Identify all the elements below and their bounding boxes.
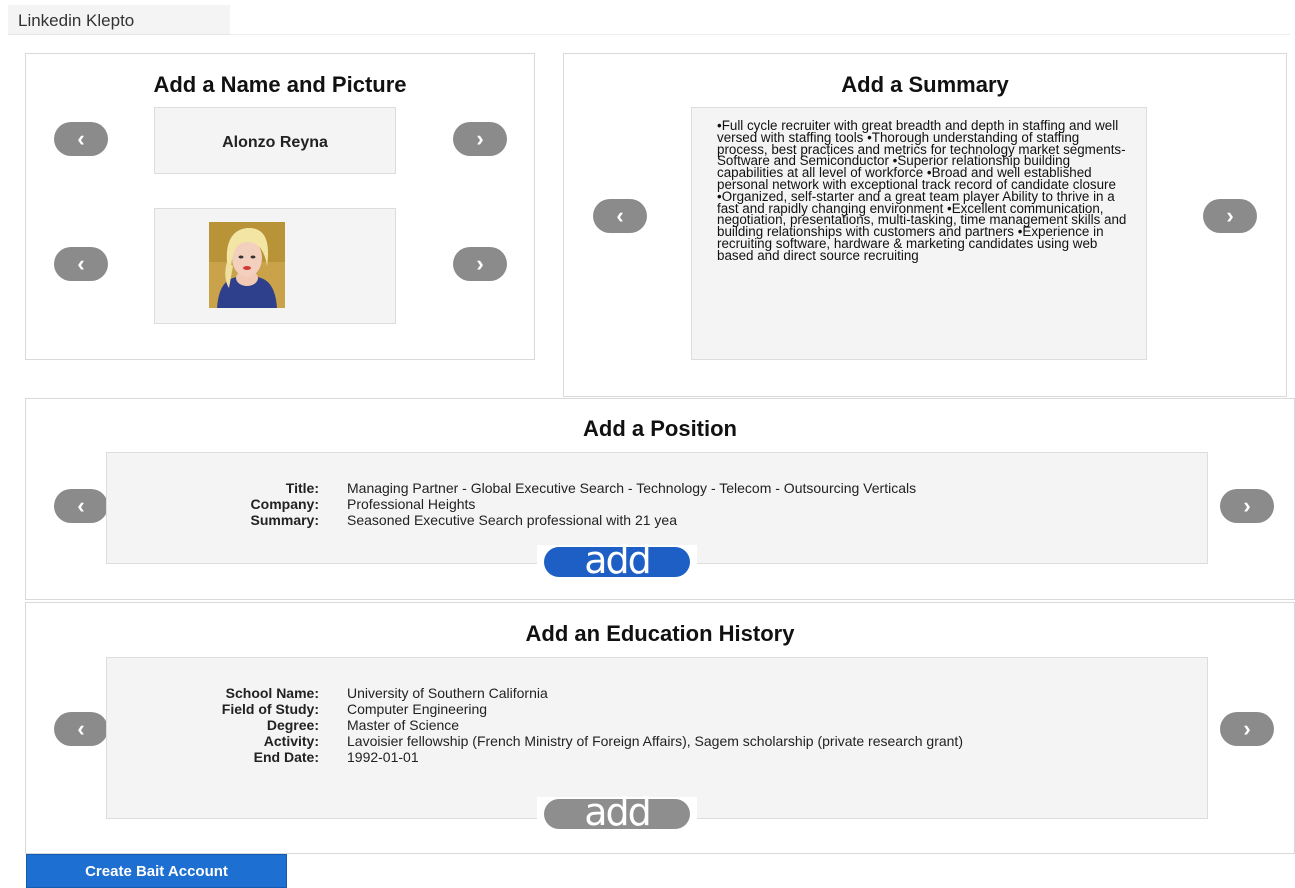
education-card: School Name: University of Southern Calif… — [106, 657, 1208, 819]
summary-panel: Add a Summary ‹ •Full cycle recruiter wi… — [563, 53, 1287, 397]
chevron-left-icon: ‹ — [77, 716, 85, 741]
field-value: Lavoisier fellowship (French Ministry of… — [347, 733, 963, 749]
field-value: Master of Science — [347, 717, 460, 733]
chevron-right-icon: › — [1243, 493, 1251, 518]
position-row-title: Title: Managing Partner - Global Executiv… — [107, 480, 1207, 496]
education-row-field: Field of Study: Computer Engineering — [107, 701, 1137, 717]
tabbar-divider — [230, 34, 1290, 35]
profile-name: Alonzo Reyna — [222, 134, 328, 151]
position-row-company: Company: Professional Heights — [107, 496, 1207, 512]
field-value: Computer Engineering — [347, 701, 488, 717]
add-education-button[interactable]: add — [537, 793, 697, 831]
field-value: Professional Heights — [347, 496, 476, 512]
field-value: University of Southern California — [347, 685, 548, 701]
summary-text: •Full cycle recruiter with great breadth… — [717, 118, 1127, 263]
name-picture-title: Add a Name and Picture — [153, 72, 407, 97]
field-label: Summary: — [250, 512, 319, 528]
position-title: Add a Position — [583, 416, 737, 441]
name-card: Alonzo Reyna — [154, 107, 396, 174]
next-education-button[interactable]: › — [1220, 712, 1274, 746]
field-label: Company: — [250, 496, 319, 512]
chevron-left-icon: ‹ — [616, 203, 624, 228]
add-position-label: add — [544, 541, 690, 579]
position-panel: Add a Position ‹ Title: Managing Partner … — [25, 398, 1295, 600]
field-label: School Name: — [225, 685, 319, 701]
education-row-activity: Activity: Lavoisier fellowship (French Mi… — [107, 733, 1137, 749]
position-row-summary: Summary: Seasoned Executive Search profes… — [107, 512, 1207, 528]
field-value: Managing Partner - Global Executive Sear… — [347, 480, 917, 496]
education-details: School Name: University of Southern Calif… — [107, 685, 1137, 765]
prev-picture-button[interactable]: ‹ — [54, 247, 108, 281]
name-picture-panel: Add a Name and Picture ‹ Alonzo Reyna › … — [25, 53, 535, 360]
add-education-label: add — [544, 793, 690, 831]
chevron-left-icon: ‹ — [77, 493, 85, 518]
chevron-left-icon: ‹ — [77, 251, 85, 276]
education-row-end-date: End Date: 1992-01-01 — [107, 749, 1137, 765]
education-panel: Add an Education History ‹ School Name: U… — [25, 602, 1295, 854]
app-title-tab[interactable]: Linkedin Klepto — [8, 5, 230, 35]
field-label: Field of Study: — [221, 701, 319, 717]
education-title: Add an Education History — [525, 621, 795, 646]
next-name-button[interactable]: › — [453, 122, 507, 156]
profile-picture — [209, 222, 285, 308]
chevron-right-icon: › — [1243, 716, 1251, 741]
prev-position-button[interactable]: ‹ — [54, 489, 108, 523]
add-position-button[interactable]: add — [537, 541, 697, 579]
chevron-right-icon: › — [476, 126, 484, 151]
field-label: Title: — [285, 480, 319, 496]
picture-card — [154, 208, 396, 324]
create-bait-account-button[interactable]: Create Bait Account — [26, 854, 287, 888]
prev-summary-button[interactable]: ‹ — [593, 199, 647, 233]
next-summary-button[interactable]: › — [1203, 199, 1257, 233]
summary-card: •Full cycle recruiter with great breadth… — [691, 107, 1147, 360]
prev-name-button[interactable]: ‹ — [54, 122, 108, 156]
summary-title: Add a Summary — [841, 72, 1009, 97]
field-label: End Date: — [253, 749, 319, 765]
chevron-right-icon: › — [476, 251, 484, 276]
field-label: Activity: — [263, 733, 319, 749]
prev-education-button[interactable]: ‹ — [54, 712, 108, 746]
education-row-degree: Degree: Master of Science — [107, 717, 1137, 733]
chevron-left-icon: ‹ — [77, 126, 85, 151]
chevron-right-icon: › — [1226, 203, 1234, 228]
position-details: Title: Managing Partner - Global Executiv… — [107, 480, 1207, 528]
field-value: Seasoned Executive Search professional w… — [347, 512, 677, 528]
next-position-button[interactable]: › — [1220, 489, 1274, 523]
education-row-school: School Name: University of Southern Calif… — [107, 685, 1137, 701]
field-label: Degree: — [266, 717, 319, 733]
next-picture-button[interactable]: › — [453, 247, 507, 281]
field-value: 1992-01-01 — [347, 749, 419, 765]
